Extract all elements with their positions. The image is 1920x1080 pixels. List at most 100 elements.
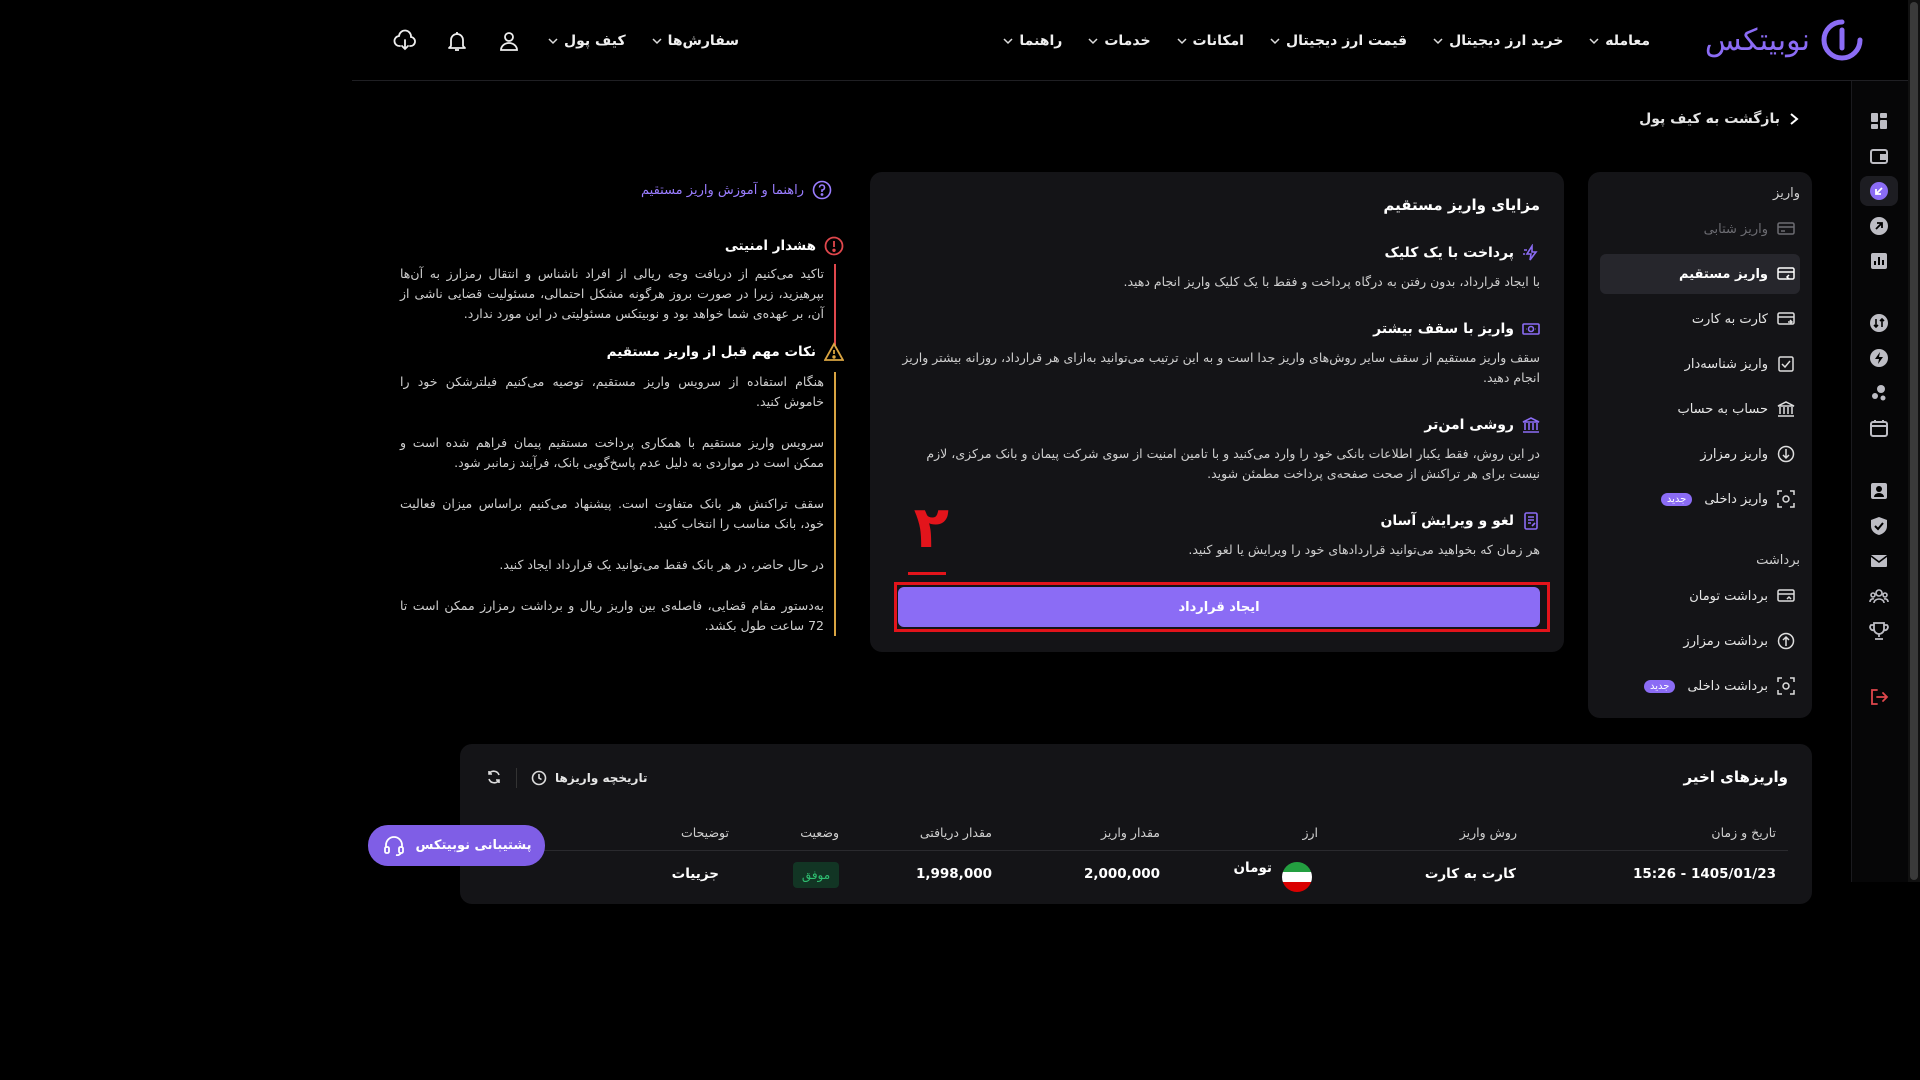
feature-easy-edit: لغو و ویرایش آسان هر زمان که بخواهید می‌… xyxy=(900,512,1540,560)
rail-exchange[interactable] xyxy=(1867,311,1891,335)
nav-help[interactable]: راهنما xyxy=(1003,33,1062,49)
user-icon xyxy=(500,31,518,51)
nav-orders[interactable]: سفارش‌ها xyxy=(652,33,739,49)
download-app-icon xyxy=(393,29,416,50)
nav-services[interactable]: خدمات xyxy=(1088,33,1151,49)
rail-messages[interactable] xyxy=(1867,549,1891,573)
lightning-icon xyxy=(1870,349,1888,367)
rail-profile[interactable] xyxy=(1867,479,1891,503)
menu-item-account-to-account[interactable]: حساب به حساب xyxy=(1600,389,1800,429)
rail-referral[interactable] xyxy=(1867,584,1891,608)
note-text: هنگام استفاده از سرویس واریز مستقیم، توص… xyxy=(400,374,824,409)
dashboard-icon xyxy=(1871,113,1887,129)
nav-features[interactable]: امکانات xyxy=(1177,33,1244,49)
menu-item-label: حساب به حساب xyxy=(1677,401,1768,417)
feature-title-text: واریز با سقف بیشتر xyxy=(1373,321,1514,337)
download-app-button[interactable] xyxy=(392,28,418,54)
nav-trade[interactable]: معامله xyxy=(1589,33,1650,49)
create-contract-button[interactable]: ایجاد قرارداد xyxy=(898,587,1540,627)
col-amount: مقدار واریز xyxy=(1101,825,1160,840)
notifications-button[interactable] xyxy=(444,28,470,54)
chevron-down-icon xyxy=(1088,37,1098,44)
rail-staking[interactable] xyxy=(1867,381,1891,405)
menu-item-crypto-deposit[interactable]: واریز رمزارز xyxy=(1600,434,1800,474)
deposit-circle-icon xyxy=(1870,182,1888,200)
nav-wallet[interactable]: کیف پول xyxy=(548,33,626,49)
card-out-icon xyxy=(1776,586,1796,606)
feature-title: واریز با سقف بیشتر xyxy=(900,320,1540,338)
rail-wallet[interactable] xyxy=(1867,144,1891,168)
id-card-icon xyxy=(1871,483,1887,499)
shield-icon xyxy=(1871,517,1887,535)
feature-title-text: لغو و ویرایش آسان xyxy=(1380,513,1514,529)
deposit-history-button[interactable]: تاریخچه واریزها xyxy=(531,770,647,786)
menu-item-crypto-withdraw[interactable]: برداشت رمزارز xyxy=(1600,621,1800,661)
scrollbar-thumb[interactable] xyxy=(1910,2,1918,880)
iran-flag-icon xyxy=(1282,862,1312,892)
menu-item-label: برداشت رمزارز xyxy=(1683,633,1768,649)
rail-flash[interactable] xyxy=(1867,346,1891,370)
menu-item-internal-withdraw[interactable]: برداشت داخلی جدید xyxy=(1600,666,1800,706)
rail-rewards[interactable] xyxy=(1867,619,1891,643)
deposit-section-title: واریز xyxy=(1773,186,1800,201)
document-edit-icon xyxy=(1524,512,1538,530)
profile-button[interactable] xyxy=(496,28,522,54)
col-details: توضیحات xyxy=(681,825,729,840)
refresh-icon xyxy=(488,769,500,784)
details-link[interactable]: جزییات xyxy=(672,866,719,882)
nav-trade-label: معامله xyxy=(1605,32,1650,49)
menu-item-internal-deposit[interactable]: واریز داخلی جدید xyxy=(1600,479,1800,519)
clock-icon xyxy=(531,770,547,786)
status-badge: موفق xyxy=(793,862,839,888)
recent-tools: تاریخچه واریزها xyxy=(486,768,647,788)
trophy-icon xyxy=(1869,622,1889,640)
warning-triangle-icon xyxy=(824,342,844,361)
menu-item-direct-deposit[interactable]: واریز مستقیم xyxy=(1600,254,1800,294)
feature-desc: هر زمان که بخواهید می‌توانید قراردادهای … xyxy=(1188,542,1540,557)
direct-deposit-guide-link[interactable]: راهنما و آموزش واریز مستقیم xyxy=(641,180,832,200)
security-title-text: هشدار امنیتی xyxy=(724,238,816,254)
notes-title-text: نکات مهم قبل از واریز مستقیم xyxy=(606,344,816,360)
feature-title-text: روشی امن‌تر xyxy=(1424,417,1514,433)
menu-item-label: واریز شتابی xyxy=(1703,221,1768,237)
card-transfer-icon xyxy=(1776,309,1796,329)
rail-reports[interactable] xyxy=(1867,249,1891,273)
menu-item-toman-withdraw[interactable]: برداشت تومان xyxy=(1600,576,1800,616)
note-text: به‌دستور مقام قضایی، فاصله‌ی بین واریز ر… xyxy=(400,598,824,633)
back-to-wallet-link[interactable]: بازگشت به کیف پول xyxy=(1639,111,1800,127)
rail-deposit[interactable] xyxy=(1867,179,1891,203)
rail-logout[interactable] xyxy=(1867,685,1891,709)
important-notes-body: هنگام استفاده از سرویس واریز مستقیم، توص… xyxy=(400,372,836,636)
menu-item-id-deposit[interactable]: واریز شناسه‌دار xyxy=(1600,344,1800,384)
chevron-right-icon xyxy=(1790,113,1799,125)
icon-rail xyxy=(1851,81,1908,882)
rail-security[interactable] xyxy=(1867,514,1891,538)
card-title: مزایای واریز مستقیم xyxy=(1383,196,1540,214)
rail-dashboard[interactable] xyxy=(1867,109,1891,133)
security-warning-title: هشدار امنیتی xyxy=(725,236,844,256)
rail-withdraw[interactable] xyxy=(1867,214,1891,238)
menu-item-instant-deposit[interactable]: واریز شتابی xyxy=(1600,209,1800,249)
user-actions: کیف پول سفارش‌ها xyxy=(392,0,739,81)
brand-logo[interactable]: نوبیتکس xyxy=(1705,18,1864,62)
menu-item-card-to-card[interactable]: کارت به کارت xyxy=(1600,299,1800,339)
refresh-button[interactable] xyxy=(486,769,502,788)
page-scrollbar[interactable] xyxy=(1908,0,1920,882)
chevron-down-icon xyxy=(652,37,662,44)
chart-icon xyxy=(1871,253,1887,269)
nav-crypto-price[interactable]: قیمت ارز دیجیتال xyxy=(1270,33,1407,49)
step-annotation-number: ۲ xyxy=(913,493,949,561)
direct-deposit-benefits-card: مزایای واریز مستقیم پرداخت با یک کلیک با… xyxy=(870,172,1564,652)
nav-buy-crypto[interactable]: خرید ارز دیجیتال xyxy=(1433,33,1563,49)
col-currency: ارز xyxy=(1302,825,1318,840)
menu-item-label: واریز شناسه‌دار xyxy=(1684,356,1768,372)
chevron-down-icon xyxy=(1589,37,1599,44)
card-bank-icon xyxy=(1776,219,1796,239)
rail-calendar[interactable] xyxy=(1867,416,1891,440)
feature-desc: با ایجاد قرارداد، بدون رفتن به درگاه پرد… xyxy=(1123,274,1540,289)
withdraw-circle-icon xyxy=(1870,217,1888,235)
important-notes-title: نکات مهم قبل از واریز مستقیم xyxy=(607,342,844,362)
support-button[interactable]: پشتیبانی نوبیتکس xyxy=(368,825,545,866)
mail-icon xyxy=(1870,555,1888,567)
feature-one-click: پرداخت با یک کلیک با ایجاد قرارداد، بدون… xyxy=(900,244,1540,292)
